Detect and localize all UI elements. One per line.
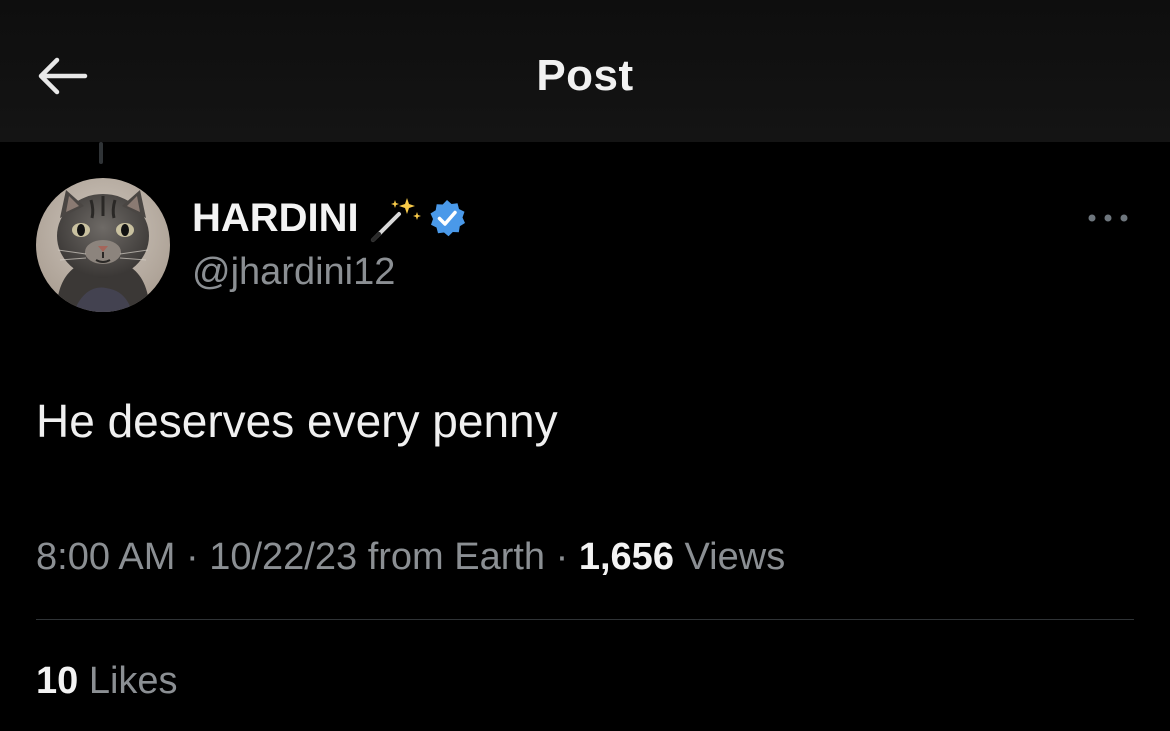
divider (36, 619, 1134, 620)
post-source: from Earth (367, 536, 546, 578)
author-handle[interactable]: @jhardini12 (192, 248, 395, 296)
likes-link[interactable]: 10 Likes (36, 656, 178, 706)
more-horizontal-icon (1088, 214, 1128, 222)
cat-avatar-image (36, 178, 170, 312)
page-title: Post (536, 51, 634, 100)
post-date[interactable]: 10/22/23 (209, 536, 357, 578)
avatar[interactable] (36, 178, 170, 312)
post-metadata: 8:00 AM · 10/22/23 from Earth · 1,656 Vi… (36, 532, 785, 582)
magic-wand-sparkles-icon (370, 198, 421, 242)
top-app-bar: Post (0, 0, 1170, 142)
views-count[interactable]: 1,656 (579, 536, 674, 578)
author-display-name: HARDINI (192, 196, 359, 240)
thread-connector-line (99, 142, 103, 164)
post-time[interactable]: 8:00 AM (36, 536, 175, 578)
more-options-button[interactable] (1080, 198, 1136, 238)
verified-badge-icon (430, 200, 465, 237)
meta-separator: · (555, 536, 569, 578)
post-text: He deserves every penny (36, 395, 558, 447)
meta-separator: · (185, 536, 199, 578)
likes-label: Likes (88, 660, 178, 702)
likes-count: 10 (36, 660, 79, 702)
author-name-row[interactable]: HARDINI (192, 192, 467, 244)
views-label[interactable]: Views (685, 536, 786, 578)
